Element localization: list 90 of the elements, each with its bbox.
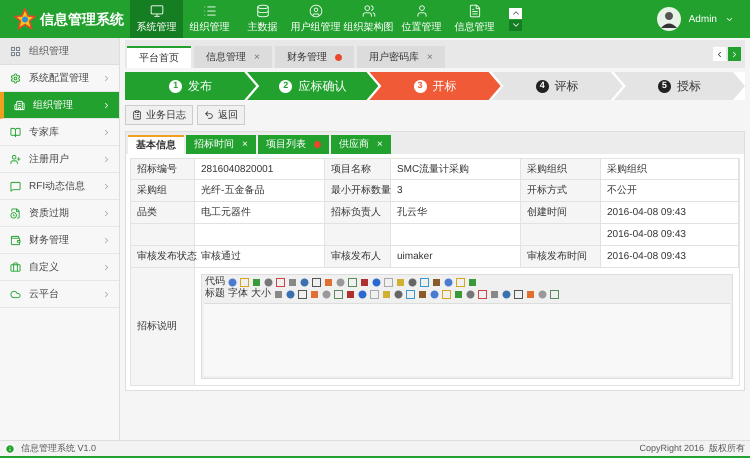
page-tab[interactable]: 信息管理 ×	[194, 46, 272, 68]
chevron-right-icon	[102, 236, 111, 244]
step-number: 1	[169, 80, 182, 92]
sidebar-item[interactable]: RFI动态信息	[0, 173, 119, 200]
editor-tool[interactable]: 字体	[228, 289, 248, 299]
step-number: 2	[279, 80, 292, 92]
user-icon	[414, 4, 428, 18]
undo-icon	[204, 110, 214, 120]
chat-icon	[10, 180, 21, 192]
field-label-cell: 招标说明	[131, 268, 195, 385]
building-icon	[14, 100, 25, 110]
next-button[interactable]	[728, 47, 741, 61]
sidebar-item[interactable]: 财务管理	[0, 227, 119, 254]
sidebar-item[interactable]: 自定义	[0, 254, 119, 281]
detail-tab[interactable]: 基本信息	[128, 135, 184, 154]
field-label-cell: 招标负责人	[325, 202, 391, 223]
close-icon[interactable]: ×	[254, 50, 260, 64]
scroll-up-button[interactable]	[509, 8, 522, 18]
action-button[interactable]: 返回	[197, 105, 245, 125]
users-icon	[362, 4, 376, 18]
info-icon	[5, 444, 15, 454]
step-label: 开标	[432, 78, 456, 95]
field-label-cell: 采购组	[131, 180, 195, 201]
field-label-cell: 品类	[131, 202, 195, 223]
briefcase-icon	[10, 262, 21, 272]
step-label: 应标确认	[298, 78, 346, 95]
chevron-right-icon	[102, 154, 111, 164]
chevron-right-icon	[102, 100, 111, 110]
field-label-cell: 开标方式	[521, 180, 601, 201]
user-circle-icon	[308, 4, 322, 18]
app-version: 信息管理系统 V1.0	[21, 442, 96, 455]
field-value-cell: 2016-04-08 09:43	[601, 224, 739, 245]
step-label: 授标	[676, 78, 701, 95]
nav-tab[interactable]: 系统管理	[130, 0, 183, 38]
chevron-right-icon	[102, 182, 111, 190]
field-label-cell: 最小开标数量	[325, 180, 391, 201]
user-plus-icon	[10, 154, 21, 164]
step-label: 评标	[554, 78, 579, 95]
star-logo-icon	[14, 8, 36, 30]
sidebar-item[interactable]: 注册用户	[0, 146, 119, 173]
code-tool[interactable]: 代码	[205, 277, 225, 287]
field-value-cell: 2016-04-08 09:43	[601, 246, 739, 267]
scroll-down-button[interactable]	[509, 20, 522, 30]
sidebar-item[interactable]: 云平台	[0, 281, 119, 308]
chevron-right-icon	[102, 208, 111, 218]
field-value-cell: 不公开	[601, 180, 739, 201]
page-tab[interactable]: 用户密码库 ×	[356, 46, 445, 68]
field-label-cell: 项目名称	[325, 159, 391, 179]
step-number: 4	[536, 80, 549, 92]
chevron-right-icon	[730, 50, 739, 58]
clipboard-icon	[132, 110, 142, 120]
gear-icon	[10, 72, 21, 84]
chevron-right-icon	[102, 74, 111, 82]
chevron-right-icon	[102, 128, 111, 136]
database-icon	[256, 4, 270, 18]
field-label-cell: 采购组织	[521, 159, 601, 179]
page-tab[interactable]: 财务管理	[274, 46, 354, 68]
field-value-cell: 2016-04-08 09:43	[601, 202, 739, 223]
sidebar-title: 组织管理	[29, 44, 69, 58]
rich-text-editor[interactable]: 代码 标题 字体 大小	[201, 274, 733, 379]
field-label-cell: 招标编号	[131, 159, 195, 179]
document-icon	[10, 208, 21, 218]
chevron-left-icon	[715, 50, 724, 58]
editor-tool[interactable]: 标题	[205, 289, 225, 299]
step-label: 发布	[188, 78, 212, 95]
sidebar-item[interactable]: 资质过期	[0, 200, 119, 227]
step-number: 5	[658, 80, 671, 92]
action-button[interactable]: 业务日志	[125, 105, 193, 125]
page-tab[interactable]: 平台首页	[127, 46, 191, 68]
grid-icon	[10, 46, 21, 56]
field-label-cell: 审核发布状态	[131, 246, 195, 267]
monitor-icon	[150, 4, 164, 18]
app-title: 信息管理系统	[40, 10, 124, 28]
copyright: CopyRight 2016 版权所有	[639, 442, 745, 455]
field-label-cell: 审核发布时间	[521, 246, 601, 267]
wallet-icon	[10, 234, 21, 246]
chevron-right-icon	[102, 290, 111, 298]
field-value-cell: 采购组织	[601, 159, 739, 179]
editor-tool[interactable]: 大小	[251, 289, 271, 299]
document-icon	[468, 4, 482, 18]
avatar-icon[interactable]	[656, 7, 681, 31]
step-number: 3	[414, 80, 426, 92]
book-icon	[10, 126, 21, 138]
cloud-icon	[10, 288, 21, 300]
close-icon[interactable]: ×	[426, 50, 433, 64]
field-label-cell: 创建时间	[521, 202, 601, 223]
field-label-cell: 审核发布人	[325, 246, 391, 267]
sidebar-item[interactable]: 专家库	[0, 119, 119, 146]
previous-button[interactable]	[713, 47, 726, 61]
chevron-right-icon	[102, 262, 111, 272]
